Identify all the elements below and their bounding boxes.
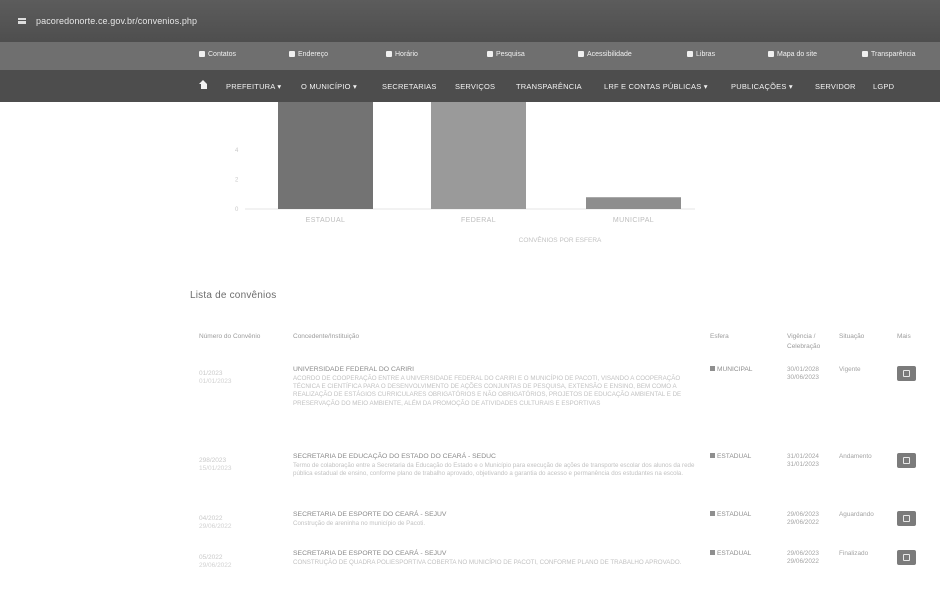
- view-icon: [903, 554, 910, 561]
- esfera-square-icon: [710, 550, 715, 555]
- row-esfera: ESTADUAL: [710, 453, 751, 461]
- row-vigencia: 30/01/2028 30/06/2023: [787, 366, 819, 382]
- row-situacao: Vigente: [839, 366, 861, 373]
- header-numero: Número do Convênio: [199, 333, 261, 340]
- phone-icon: [199, 51, 205, 57]
- more-button[interactable]: [897, 550, 916, 565]
- util-link-horario[interactable]: Horário: [386, 51, 418, 58]
- nav-secretarias[interactable]: SECRETARIAS: [382, 82, 437, 91]
- clock-icon: [386, 51, 392, 57]
- category-label: ESTADUAL: [306, 217, 346, 224]
- esfera-square-icon: [710, 511, 715, 516]
- row-situacao: Finalizado: [839, 550, 869, 557]
- libras-icon: [687, 51, 693, 57]
- chart-bar-federal[interactable]: [431, 102, 526, 209]
- category-label: FEDERAL: [461, 217, 496, 224]
- home-icon[interactable]: [199, 80, 208, 90]
- chart-svg: 0 2 4 ESTADUAL FEDERAL MUNICIPAL CONVÊNIOS POR…: [235, 102, 695, 244]
- address-url[interactable]: pacoredonorte.ce.gov.br/convenios.php: [36, 16, 197, 26]
- util-link-acessibilidade[interactable]: Acessibilidade: [578, 51, 632, 58]
- nav-servidor[interactable]: SERVIDOR: [815, 82, 856, 91]
- chart-bar-estadual[interactable]: [278, 102, 373, 209]
- sitemap-icon: [768, 51, 774, 57]
- search-icon: [487, 51, 493, 57]
- browser-url-bar: pacoredonorte.ce.gov.br/convenios.php: [0, 0, 940, 42]
- row-title[interactable]: UNIVERSIDADE FEDERAL DO CARIRI: [293, 366, 693, 374]
- convenios-chart: 0 2 4 ESTADUAL FEDERAL MUNICIPAL CONVÊNIOS POR…: [225, 102, 705, 252]
- nav-servicos[interactable]: SERVIÇOS: [455, 82, 495, 91]
- nav-lrf[interactable]: LRF E CONTAS PÚBLICAS ▾: [604, 82, 708, 91]
- util-link-pesquisa[interactable]: Pesquisa: [487, 51, 525, 58]
- transparency-icon: [862, 51, 868, 57]
- row-desc: Construção de areninha no município de P…: [293, 520, 426, 527]
- row-desc: Termo de colaboração entre a Secretaria …: [293, 462, 695, 478]
- list-title: Lista de convênios: [190, 290, 277, 301]
- row-vigencia: 29/06/2023 29/06/2022: [787, 550, 819, 566]
- esfera-square-icon: [710, 453, 715, 458]
- header-esfera: Esfera: [710, 333, 729, 340]
- row-title[interactable]: SECRETARIA DE EDUCAÇÃO DO ESTADO DO CEAR…: [293, 453, 693, 461]
- location-icon: [289, 51, 295, 57]
- row-situacao: Aguardando: [839, 511, 874, 518]
- y-tick-label: 4: [235, 148, 239, 154]
- nav-publicacoes[interactable]: PUBLICAÇÕES ▾: [731, 82, 793, 91]
- y-tick-label: 0: [235, 207, 239, 213]
- view-icon: [903, 515, 910, 522]
- row-desc: ACORDO DE COOPERAÇÃO ENTRE A UNIVERSIDAD…: [293, 375, 682, 407]
- row-desc: CONSTRUÇÃO DE QUADRA POLIESPORTIVA COBER…: [293, 559, 682, 566]
- row-esfera: MUNICIPAL: [710, 366, 752, 374]
- header-mais: Mais: [897, 333, 911, 340]
- row-vigencia: 29/06/2023 29/06/2022: [787, 511, 819, 527]
- category-label: MUNICIPAL: [613, 217, 654, 224]
- header-vigencia: Vigência / Celebração: [787, 333, 821, 350]
- util-link-transparencia[interactable]: Transparência: [862, 51, 916, 58]
- y-tick-label: 2: [235, 178, 239, 184]
- main-nav: PREFEITURA ▾ O MUNICÍPIO ▾ SECRETARIAS S…: [0, 70, 940, 102]
- accessibility-icon: [578, 51, 584, 57]
- row-numero: 01/2023 01/01/2023: [199, 370, 232, 386]
- esfera-square-icon: [710, 366, 715, 371]
- nav-transparencia[interactable]: TRANSPARÊNCIA: [516, 82, 582, 91]
- row-numero: 04/2022 29/06/2022: [199, 515, 232, 531]
- view-icon: [903, 457, 910, 464]
- header-situacao: Situação: [839, 333, 865, 340]
- util-link-libras[interactable]: Libras: [687, 51, 715, 58]
- row-esfera: ESTADUAL: [710, 511, 751, 519]
- hamburger-icon[interactable]: [18, 18, 26, 24]
- more-button[interactable]: [897, 511, 916, 526]
- row-numero: 05/2022 29/06/2022: [199, 554, 232, 570]
- nav-lgpd[interactable]: LGPD: [873, 82, 894, 91]
- row-numero: 298/2023 15/01/2023: [199, 457, 232, 473]
- util-link-contatos[interactable]: Contatos: [199, 51, 236, 58]
- x-axis-label: CONVÊNIOS POR ESFERA: [519, 235, 602, 244]
- nav-prefeitura[interactable]: PREFEITURA ▾: [226, 82, 281, 91]
- row-title[interactable]: SECRETARIA DE ESPORTE DO CEARÁ - SEJUV: [293, 511, 693, 519]
- header-concedente: Concedente/Instituição: [293, 333, 360, 340]
- row-situacao: Andamento: [839, 453, 872, 460]
- util-link-endereco[interactable]: Endereço: [289, 51, 328, 58]
- view-icon: [903, 370, 910, 377]
- row-esfera: ESTADUAL: [710, 550, 751, 558]
- row-title[interactable]: SECRETARIA DE ESPORTE DO CEARÁ - SEJUV: [293, 550, 693, 558]
- more-button[interactable]: [897, 453, 916, 468]
- nav-municipio[interactable]: O MUNICÍPIO ▾: [301, 82, 357, 91]
- more-button[interactable]: [897, 366, 916, 381]
- utility-bar: Contatos Endereço Horário Pesquisa Acess…: [0, 42, 940, 70]
- row-vigencia: 31/01/2024 31/01/2023: [787, 453, 819, 469]
- chart-bar-municipal[interactable]: [586, 197, 681, 209]
- util-link-mapa[interactable]: Mapa do site: [768, 51, 817, 58]
